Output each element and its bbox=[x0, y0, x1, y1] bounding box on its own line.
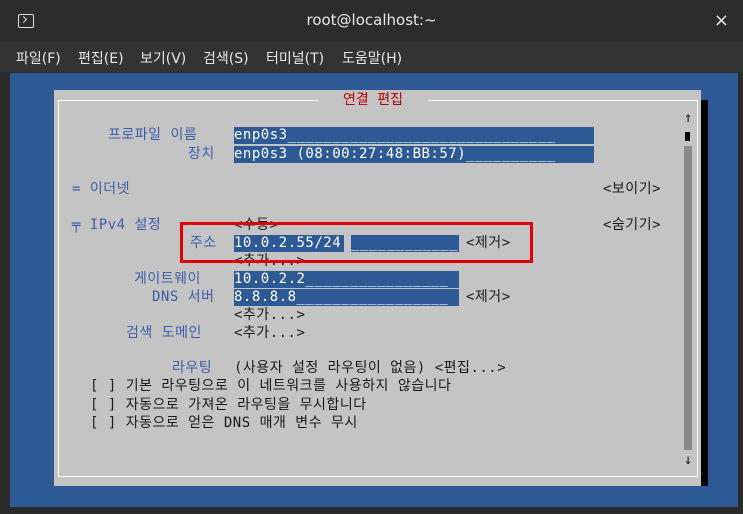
device-field[interactable]: enp0s3 (08:00:27:48:BB:57)__________ bbox=[234, 146, 594, 163]
option-no-default-route[interactable]: [ ] 기본 라우팅으로 이 네트워크를 사용하지 않습니다 bbox=[90, 378, 451, 395]
routing-label: 라우팅 bbox=[172, 360, 213, 376]
gateway-field[interactable]: 10.0.2.2________________ bbox=[234, 271, 459, 288]
menu-edit[interactable]: 편집(E) bbox=[78, 48, 124, 68]
menu-terminal[interactable]: 터미널(T) bbox=[266, 48, 324, 68]
scrollbar-track[interactable] bbox=[684, 146, 692, 450]
scroll-up-icon[interactable]: ↑ bbox=[684, 110, 693, 127]
device-label: 장치 bbox=[188, 146, 215, 162]
gateway-label: 게이트웨이 bbox=[134, 271, 201, 287]
close-button[interactable]: × bbox=[714, 10, 729, 31]
menu-search[interactable]: 검색(S) bbox=[203, 48, 249, 68]
dns-add-button[interactable]: <추가...> bbox=[234, 307, 305, 324]
profile-name-field[interactable]: enp0s3______________________________ bbox=[234, 127, 594, 144]
option-ignore-auto-dns[interactable]: [ ] 자동으로 얻은 DNS 매개 변수 무시 bbox=[90, 415, 358, 432]
window-title: root@localhost:~ bbox=[306, 11, 437, 29]
ethernet-show-button[interactable]: <보이기> bbox=[603, 181, 661, 198]
ethernet-section-label: = 이더넷 bbox=[72, 181, 130, 197]
dns-remove-button[interactable]: <제거> bbox=[466, 289, 511, 306]
dialog-title: 연결 편집 bbox=[318, 90, 428, 110]
search-domain-label: 검색 도메인 bbox=[126, 325, 202, 341]
menu-bar: 파일(F) 편집(E) 보기(V) 검색(S) 터미널(T) 도움말(H) bbox=[0, 42, 743, 72]
option-ignore-auto-routes[interactable]: [ ] 자동으로 가져온 라우팅을 무시합니다 bbox=[90, 397, 367, 414]
ipv4-hide-button[interactable]: <숨기기> bbox=[603, 217, 661, 234]
scroll-down-icon[interactable]: ↓ bbox=[684, 452, 693, 469]
scroll-thumb[interactable] bbox=[685, 132, 690, 141]
menu-view[interactable]: 보기(V) bbox=[140, 48, 186, 68]
dns-field[interactable]: 8.8.8.8_________________ bbox=[234, 289, 459, 306]
profile-name-label: 프로파일 이름 bbox=[108, 127, 198, 143]
dns-label: DNS 서버 bbox=[152, 289, 215, 305]
routing-edit-button[interactable]: (사용자 설정 라우팅이 없음) <편집...> bbox=[234, 360, 506, 377]
window-titlebar: root@localhost:~ × bbox=[0, 0, 743, 42]
menu-help[interactable]: 도움말(H) bbox=[342, 48, 402, 68]
menu-file[interactable]: 파일(F) bbox=[16, 48, 61, 68]
highlight-box bbox=[180, 222, 533, 263]
search-domain-add-button[interactable]: <추가...> bbox=[234, 325, 305, 342]
ipv4-section-label: ╤ IPv4 설정 bbox=[72, 217, 162, 233]
